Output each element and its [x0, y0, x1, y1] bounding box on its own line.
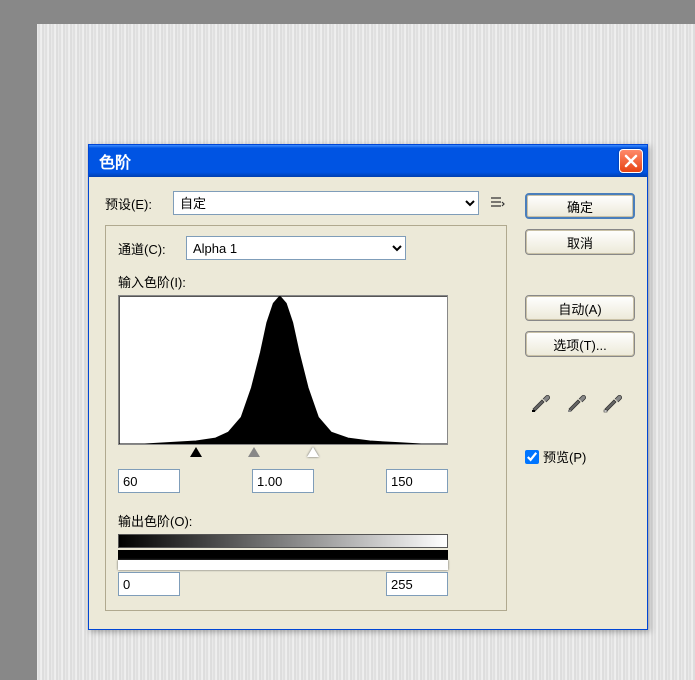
- output-high-handle[interactable]: [118, 560, 448, 570]
- preset-menu-button[interactable]: [487, 193, 507, 213]
- preset-select[interactable]: 自定: [173, 191, 479, 215]
- close-button[interactable]: [619, 149, 643, 173]
- midtone-input[interactable]: [252, 469, 314, 493]
- options-button[interactable]: 选项(T)...: [525, 331, 635, 357]
- preset-menu-icon: [489, 195, 505, 211]
- gray-point-eyedropper[interactable]: [563, 387, 589, 413]
- output-slider[interactable]: [118, 550, 448, 564]
- histogram-chart: [119, 296, 447, 444]
- dialog-title: 色阶: [99, 149, 619, 173]
- output-low-handle[interactable]: [118, 550, 448, 560]
- highlight-slider-handle[interactable]: [307, 447, 319, 457]
- preset-label: 预设(E):: [105, 194, 165, 213]
- output-low-input[interactable]: [118, 572, 180, 596]
- titlebar[interactable]: 色阶: [89, 145, 647, 177]
- white-point-eyedropper[interactable]: [599, 387, 625, 413]
- output-gradient: [118, 534, 448, 548]
- eyedropper-white-icon: [601, 391, 623, 413]
- ok-button[interactable]: 确定: [525, 193, 635, 219]
- output-levels-label: 输出色阶(O):: [118, 511, 494, 530]
- input-levels-label: 输入色阶(I):: [118, 272, 494, 291]
- black-point-eyedropper[interactable]: [527, 387, 553, 413]
- eyedropper-gray-icon: [565, 391, 587, 413]
- close-icon: [624, 154, 638, 168]
- highlight-input[interactable]: [386, 469, 448, 493]
- channel-label: 通道(C):: [118, 239, 178, 258]
- shadow-slider-handle[interactable]: [190, 447, 202, 457]
- eyedropper-black-icon: [529, 391, 551, 413]
- histogram[interactable]: [118, 295, 448, 445]
- midtone-slider-handle[interactable]: [248, 447, 260, 457]
- cancel-button[interactable]: 取消: [525, 229, 635, 255]
- preview-label[interactable]: 预览(P): [543, 447, 586, 466]
- shadow-input[interactable]: [118, 469, 180, 493]
- levels-dialog: 色阶 预设(E): 自定: [88, 144, 648, 630]
- preview-checkbox[interactable]: [525, 450, 539, 464]
- input-slider[interactable]: [118, 447, 448, 461]
- output-high-input[interactable]: [386, 572, 448, 596]
- levels-panel: 通道(C): Alpha 1 输入色阶(I):: [105, 225, 507, 611]
- channel-select[interactable]: Alpha 1: [186, 236, 406, 260]
- auto-button[interactable]: 自动(A): [525, 295, 635, 321]
